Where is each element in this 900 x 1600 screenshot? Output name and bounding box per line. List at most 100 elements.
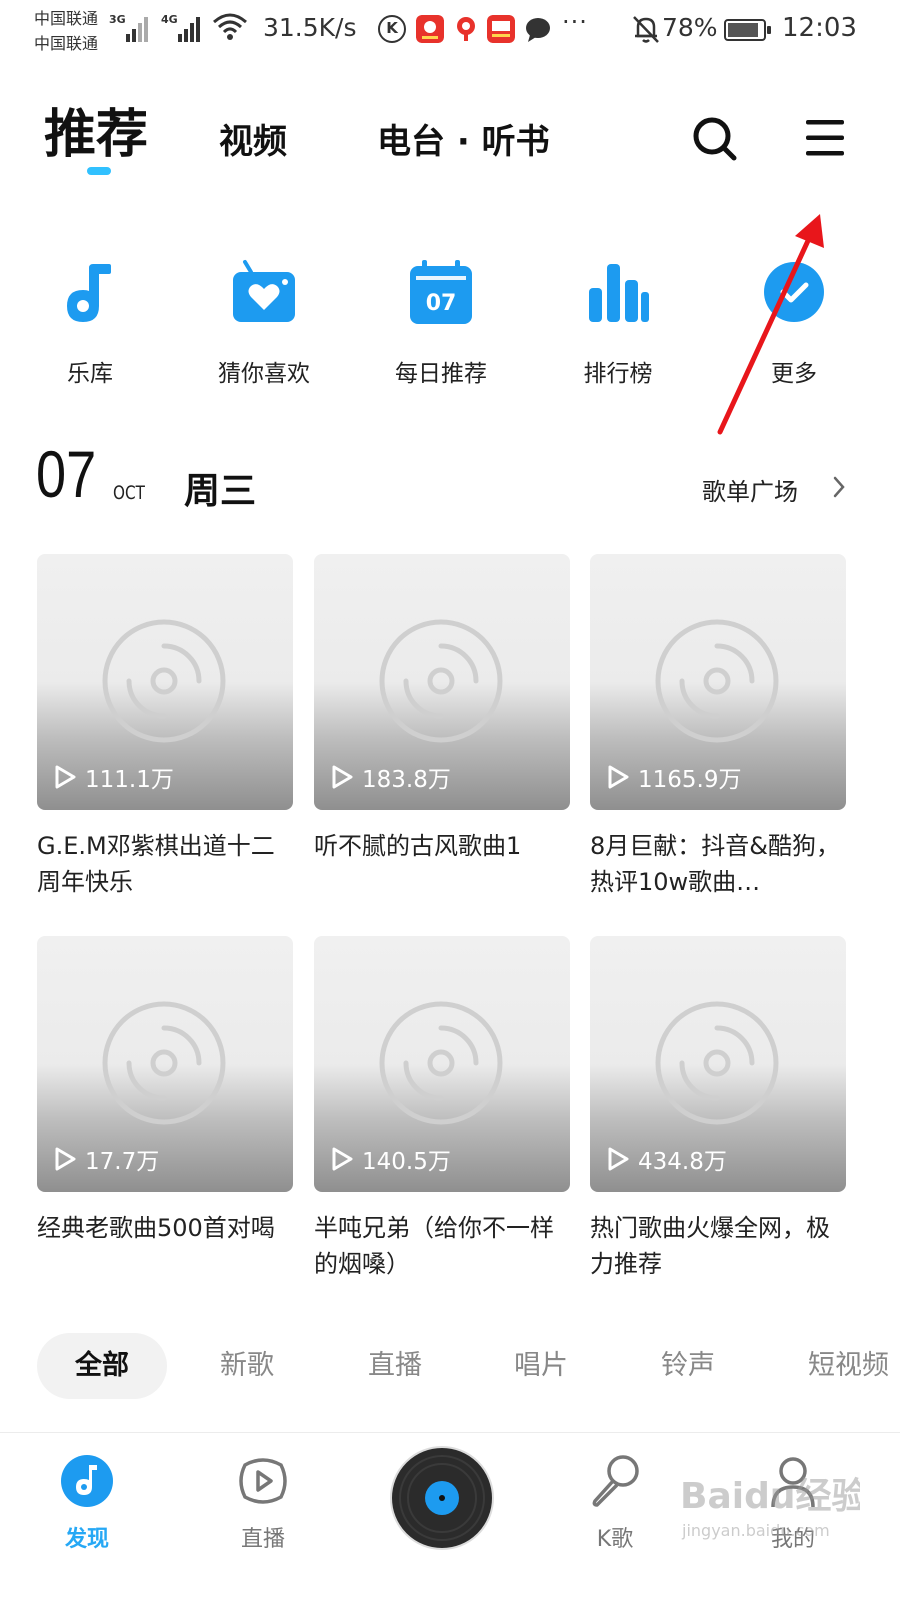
play-count: 183.8万 [330, 760, 451, 794]
sale-app-icon [487, 15, 515, 43]
chip-live[interactable]: 直播 [368, 1333, 422, 1399]
profile-icon [771, 1457, 815, 1508]
chip-ringtones[interactable]: 铃声 [661, 1333, 715, 1399]
play-count-value: 434.8万 [638, 1149, 727, 1175]
playlist-card[interactable]: 140.5万半吨兄弟（给你不一样的烟嗓） [314, 936, 570, 1282]
signal-icon [178, 16, 200, 42]
chip-new-songs[interactable]: 新歌 [220, 1333, 274, 1399]
music-note-icon [67, 264, 111, 322]
play-count: 1165.9万 [606, 760, 741, 794]
tab-video[interactable]: 视频 [219, 114, 287, 163]
disc-placeholder-icon [379, 1001, 503, 1125]
playlist-card[interactable]: 17.7万 经典老歌曲500首对喝 [37, 936, 293, 1282]
disc-placeholder-icon [655, 1001, 779, 1125]
play-count: 17.7万 [53, 1142, 159, 1176]
vinyl-player-icon[interactable] [389, 1445, 495, 1551]
calendar-icon: 07 [410, 260, 472, 324]
nav-label: K歌 [596, 1527, 634, 1552]
date-day: 07 [36, 437, 97, 511]
play-count-icon [332, 765, 353, 789]
discover-icon [61, 1455, 113, 1507]
play-count: 434.8万 [606, 1142, 727, 1176]
quick-entry-label: 排行榜 [583, 361, 653, 387]
play-count-value: 111.1万 [85, 767, 174, 793]
check-circle-icon [764, 262, 824, 322]
date-weekday: 周三 [184, 471, 257, 512]
search-icon[interactable] [690, 114, 738, 162]
nav-profile[interactable]: 我的 [738, 1453, 848, 1553]
play-count-value: 140.5万 [362, 1149, 451, 1175]
playlist-cover: 1165.9万 [590, 554, 846, 810]
bar-chart-icon [589, 264, 649, 322]
clock: 12:03 [782, 13, 857, 43]
carrier-top: 中国联通 [34, 9, 99, 28]
more-notifications-icon: ··· [562, 8, 588, 36]
chevron-right-icon [833, 476, 845, 498]
play-count-icon [332, 1147, 353, 1171]
message-icon [526, 18, 550, 42]
quick-entry-daily[interactable]: 07 每日推荐 [381, 258, 501, 388]
category-chip-bar: 全部 新歌 直播 唱片 铃声 短视频 [0, 1333, 900, 1405]
chip-albums[interactable]: 唱片 [514, 1333, 568, 1399]
playlist-card[interactable]: 183.8万听不腻的古风歌曲1 [314, 554, 570, 900]
quick-entry-ranking[interactable]: 排行榜 [558, 258, 678, 388]
playlist-cover: 140.5万 [314, 936, 570, 1192]
date-month: OCT [113, 482, 145, 504]
mute-icon [633, 16, 659, 43]
nav-label: 发现 [64, 1527, 109, 1552]
nav-discover[interactable]: 发现 [32, 1453, 142, 1553]
nav-karaoke[interactable]: K歌 [560, 1453, 670, 1553]
chip-short-video[interactable]: 短视频 [808, 1333, 889, 1399]
menu-icon[interactable] [804, 118, 846, 158]
chip-all[interactable]: 全部 [37, 1333, 167, 1399]
quick-entry-guess-you-like[interactable]: 猜你喜欢 [204, 258, 324, 388]
play-count-value: 183.8万 [362, 767, 451, 793]
tab-recommend[interactable]: 推荐 [44, 92, 148, 167]
live-play-icon [239, 1458, 287, 1504]
play-count-icon [608, 1147, 629, 1171]
carrier-bottom: 中国联通 [34, 34, 99, 53]
microphone-icon [592, 1455, 639, 1507]
disc-placeholder-icon [102, 1001, 226, 1125]
quick-entry-library[interactable]: 乐库 [30, 258, 150, 388]
play-count-value: 1165.9万 [638, 767, 742, 793]
playlist-card[interactable]: 1165.9万 8月巨献：抖音&酷狗，热评10w歌曲… [590, 554, 846, 900]
active-tab-indicator [87, 167, 111, 175]
play-count: 111.1万 [53, 760, 174, 794]
app-notification-icon [416, 15, 444, 43]
nav-live[interactable]: 直播 [208, 1453, 318, 1553]
nav-label: 我的 [770, 1527, 815, 1552]
disc-placeholder-icon [655, 619, 779, 743]
network-speed: 31.5K/s [263, 13, 357, 42]
playlist-square-label: 歌单广场 [702, 478, 798, 506]
disc-placeholder-icon [102, 619, 226, 743]
play-count-icon [55, 1147, 76, 1171]
playlist-title: 热门歌曲火爆全网，极力推荐 [590, 1214, 830, 1278]
quick-entry-more[interactable]: 更多 [734, 258, 854, 388]
wifi-icon [213, 13, 247, 40]
playlist-title: 8月巨献：抖音&酷狗，热评10w歌曲… [590, 832, 840, 896]
playlist-title: 听不腻的古风歌曲1 [314, 832, 522, 860]
k-app-icon: K [378, 15, 406, 43]
playlist-title: G.E.M邓紫棋出道十二周年快乐 [37, 832, 275, 896]
carrier-info: 中国联通 中国联通 [34, 6, 98, 56]
disc-placeholder-icon [379, 619, 503, 743]
battery-icon [724, 19, 771, 41]
play-count-icon [55, 765, 76, 789]
heart-radio-icon [233, 260, 295, 322]
playlist-square-link[interactable]: 歌单广场 [702, 472, 845, 507]
network-3g-label: 3G [109, 13, 126, 26]
playlist-cover: 111.1万 [37, 554, 293, 810]
playlist-card[interactable]: 111.1万 G.E.M邓紫棋出道十二周年快乐 [37, 554, 293, 900]
tab-radio-audiobook[interactable]: 电台 · 听书 [377, 114, 550, 163]
network-4g-label: 4G [161, 13, 178, 26]
battery-percent: 78% [662, 13, 718, 42]
signal-icon [126, 16, 148, 42]
playlist-cover: 434.8万 [590, 936, 846, 1192]
play-count-value: 17.7万 [85, 1149, 160, 1175]
quick-entry-label: 猜你喜欢 [218, 361, 310, 387]
quick-entry-label: 乐库 [67, 361, 113, 387]
status-bar: 中国联通 中国联通 3G 4G 31.5K/s K ··· 78% 12:03 [0, 0, 900, 62]
playlist-card[interactable]: 434.8万热门歌曲火爆全网，极力推荐 [590, 936, 846, 1282]
playlist-title: 半吨兄弟（给你不一样的烟嗓） [314, 1214, 554, 1278]
